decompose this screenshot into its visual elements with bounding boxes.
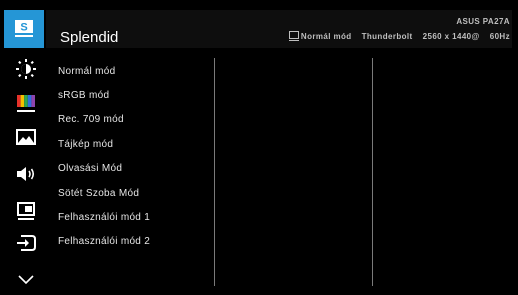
sidebar-item-color[interactable]: [6, 86, 46, 119]
sidebar-item-pip[interactable]: [6, 194, 46, 227]
column-divider: [372, 58, 373, 286]
pip-icon: [17, 201, 35, 220]
menu-item-user-mode-1[interactable]: Felhasználói mód 1: [58, 211, 150, 225]
status-line: Normál mód Thunderbolt 2560 x 1440@ 60Hz: [288, 30, 510, 41]
menu-item-darkroom-mode[interactable]: Sötét Szoba Mód: [58, 187, 139, 201]
sidebar-item-more[interactable]: [6, 262, 46, 295]
brightness-icon: [16, 58, 36, 79]
menu-item-scenery-mode[interactable]: Tájkép mód: [58, 138, 113, 152]
sidebar: S: [0, 0, 46, 292]
sidebar-item-sound[interactable]: [6, 157, 46, 190]
monitor-icon: [288, 30, 299, 41]
status-input: Thunderbolt: [361, 32, 413, 41]
sidebar-item-input[interactable]: [6, 226, 46, 259]
menu-item-normal-mode[interactable]: Normál mód: [58, 65, 115, 79]
menu-item-reading-mode[interactable]: Olvasási Mód: [58, 162, 122, 176]
status-mode: Normál mód: [300, 32, 352, 41]
input-select-icon: [17, 234, 36, 251]
status-refresh: 60Hz: [489, 32, 510, 41]
page-title: Splendid: [60, 29, 119, 46]
menu-item-user-mode-2[interactable]: Felhasználói mód 2: [58, 235, 150, 249]
monitor-model: ASUS PA27A: [456, 17, 510, 26]
column-divider: [214, 58, 215, 286]
header-bar: Splendid ASUS PA27A Normál mód Thunderbo…: [46, 10, 512, 48]
sound-icon: [17, 166, 35, 181]
splendid-s-icon: S: [15, 20, 33, 37]
color-bars-icon: [17, 94, 35, 112]
osd-menu: S Splendid ASUS PA27A Normál mód Thunder…: [0, 0, 518, 292]
menu-panel: Normál mód sRGB mód Rec. 709 mód Tájkép …: [46, 48, 512, 292]
sidebar-item-splendid[interactable]: S: [4, 10, 44, 48]
chevron-down-icon: [18, 274, 34, 284]
status-resolution: 2560 x 1440@: [422, 32, 480, 41]
image-icon: [16, 128, 36, 145]
sidebar-item-brightness[interactable]: [6, 52, 46, 85]
splendid-s-letter: S: [20, 22, 27, 34]
menu-item-rec709-mode[interactable]: Rec. 709 mód: [58, 113, 124, 127]
menu-item-srgb-mode[interactable]: sRGB mód: [58, 89, 109, 103]
sidebar-item-image[interactable]: [6, 120, 46, 153]
